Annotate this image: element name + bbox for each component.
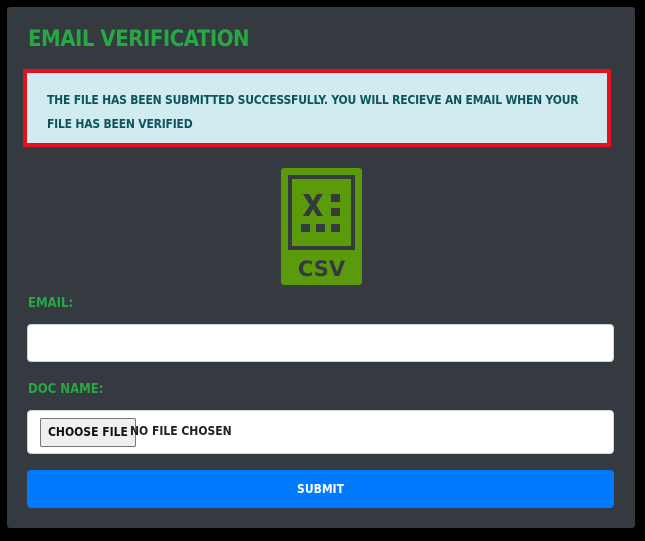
choose-file-button[interactable]: CHOOSE FILE <box>40 418 136 447</box>
email-label: EMAIL: <box>28 296 74 311</box>
email-input[interactable] <box>27 324 614 362</box>
csv-file-icon: CSV <box>281 168 362 285</box>
doc-file-input[interactable]: CHOOSE FILE NO FILE CHOSEN <box>27 410 614 454</box>
doc-name-label: DOC NAME: <box>28 382 104 397</box>
success-alert: THE FILE HAS BEEN SUBMITTED SUCCESSFULLY… <box>23 69 611 147</box>
verification-panel: EMAIL VERIFICATION THE FILE HAS BEEN SUB… <box>7 7 635 528</box>
csv-icon-label: CSV <box>298 257 346 281</box>
alert-message: THE FILE HAS BEEN SUBMITTED SUCCESSFULLY… <box>47 93 579 131</box>
submit-button[interactable]: SUBMIT <box>27 470 614 508</box>
page-title: EMAIL VERIFICATION <box>28 27 250 52</box>
no-file-status: NO FILE CHOSEN <box>130 424 232 438</box>
